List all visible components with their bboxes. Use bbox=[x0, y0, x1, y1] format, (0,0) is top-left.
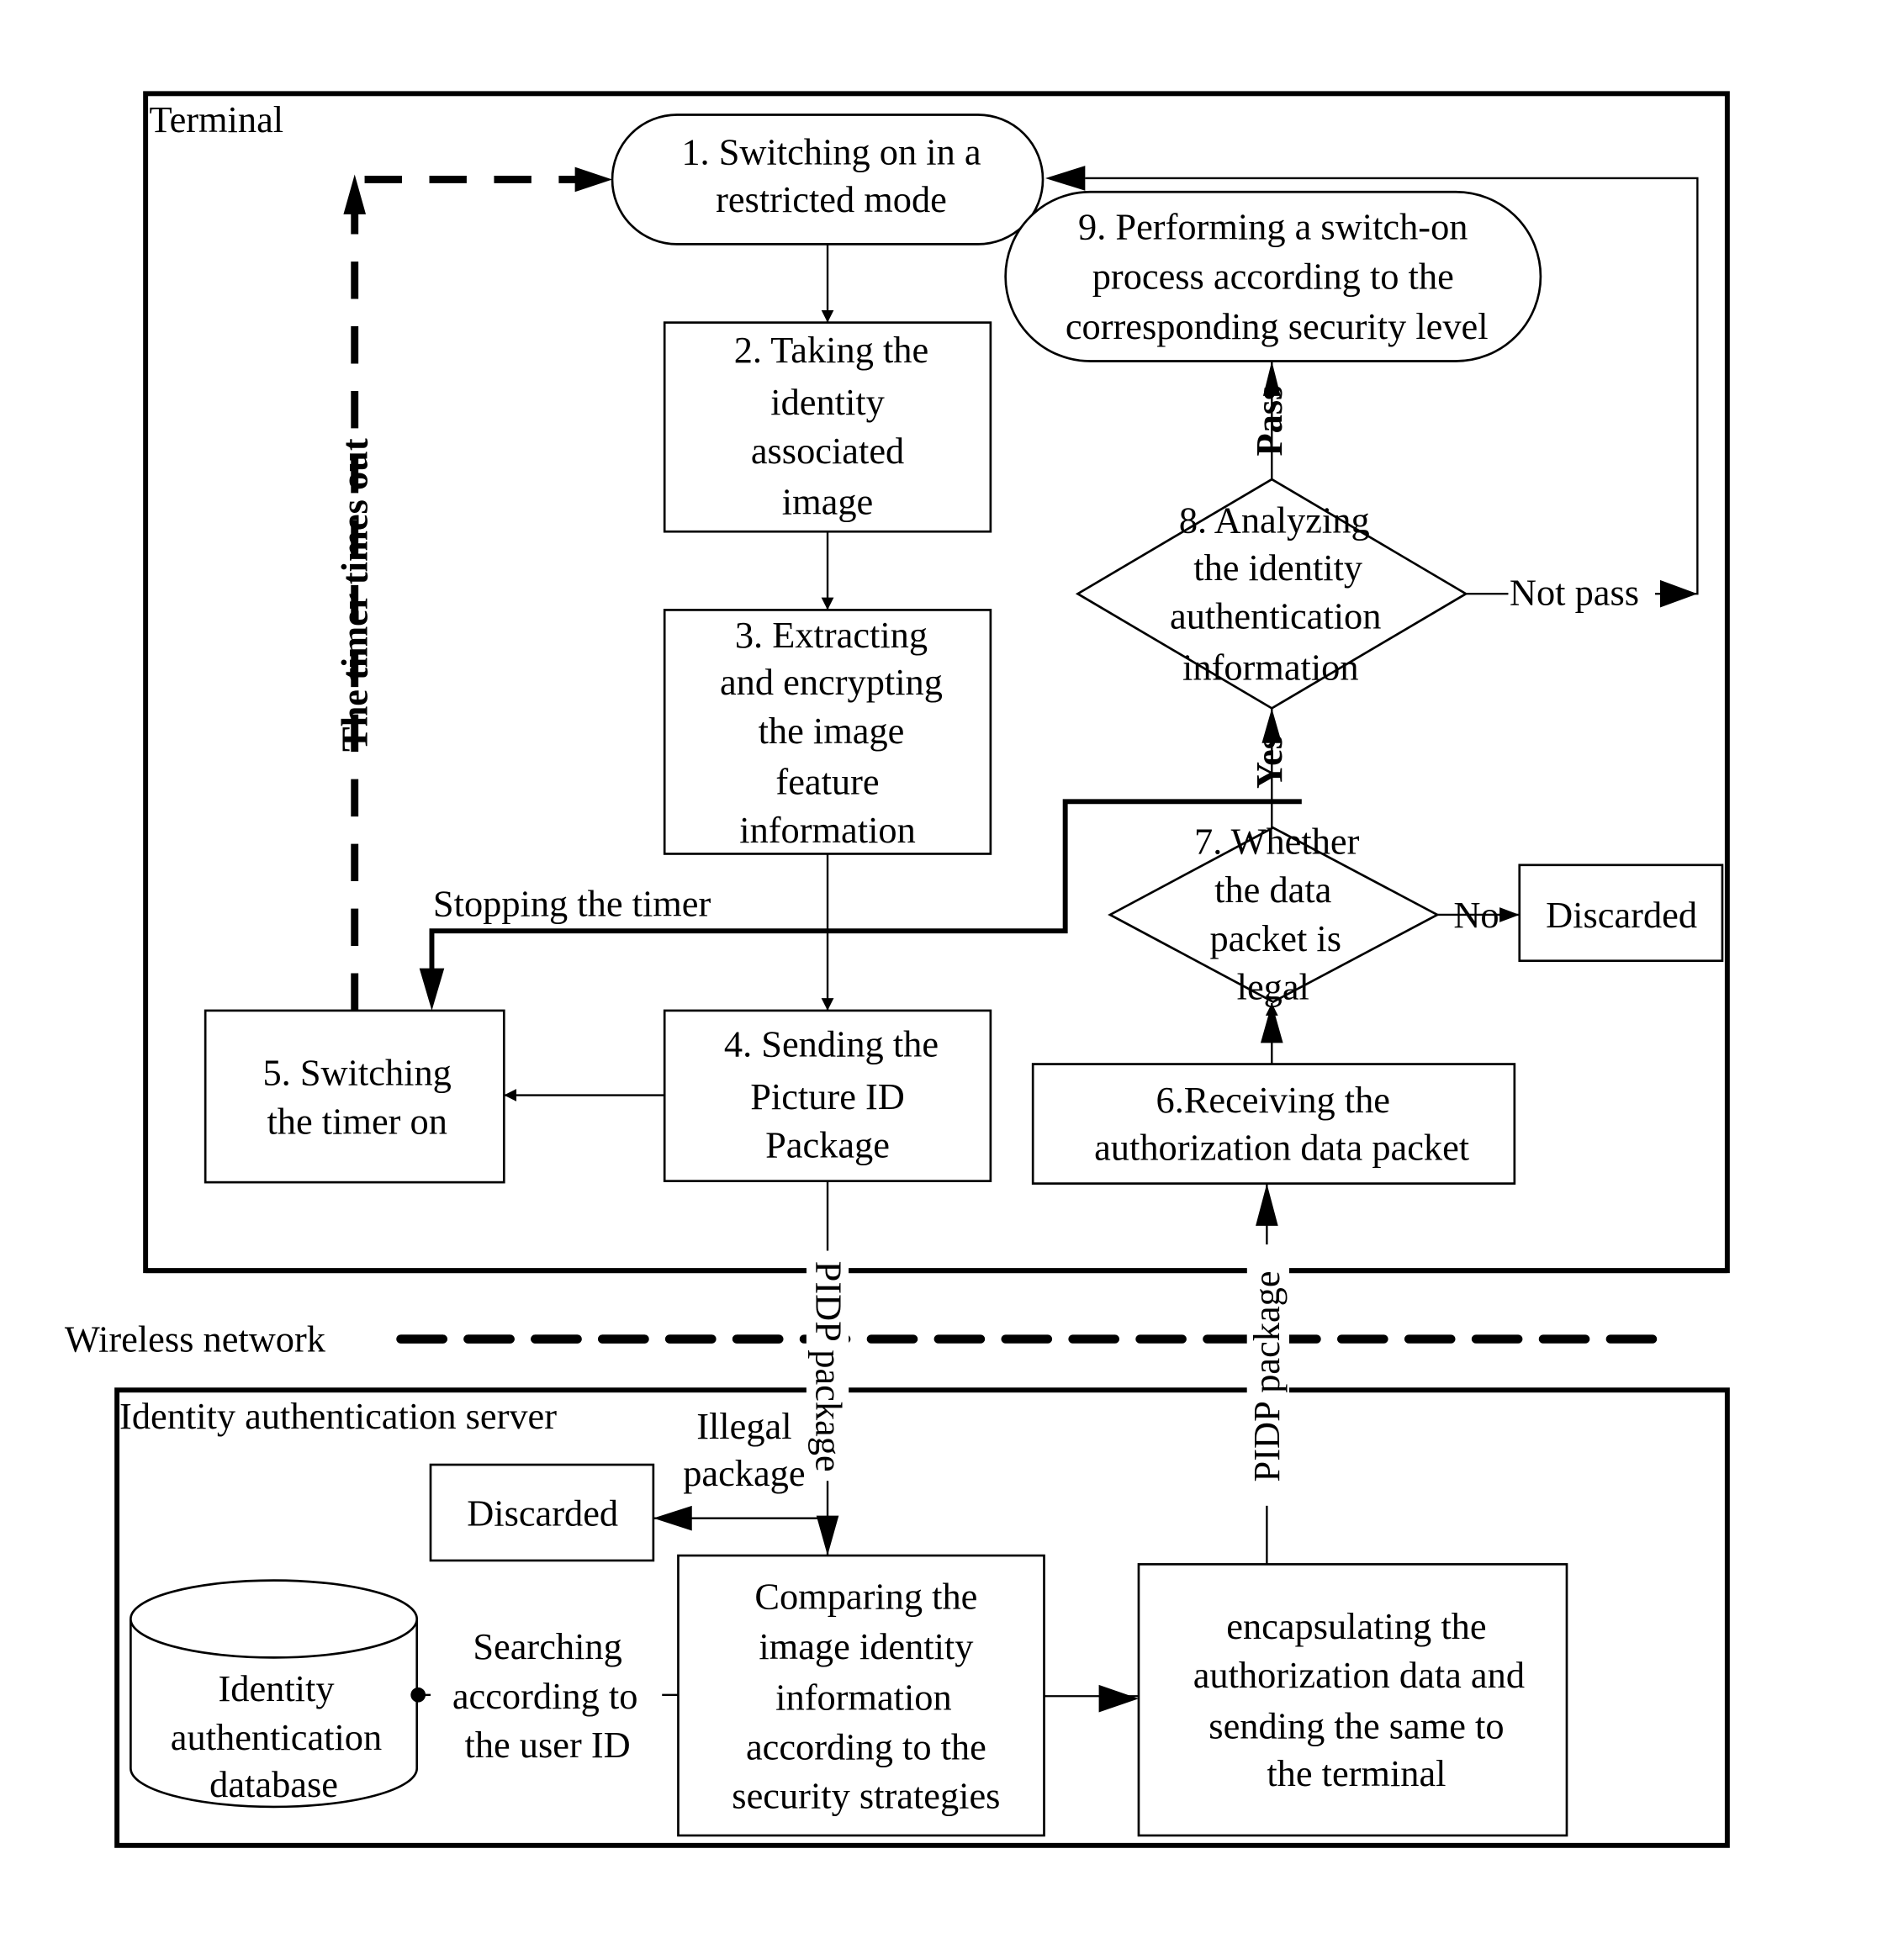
node-3-line-2: and encrypting bbox=[720, 661, 943, 703]
node-9-switch-on-security-level[interactable]: 9. Performing a switch-on process accord… bbox=[1004, 190, 1542, 362]
terminal-label: Terminal bbox=[150, 98, 284, 140]
node-7-line-1: 7. Whether bbox=[1194, 820, 1360, 862]
encapsulate-line-3: sending the same to bbox=[1209, 1705, 1504, 1747]
pidp-down-label: PIDP package bbox=[808, 1261, 850, 1472]
node-8-line-4: information bbox=[1182, 646, 1359, 688]
flowchart: Terminal Identity authentication server … bbox=[65, 91, 1730, 1848]
pidp-down-arrowhead bbox=[816, 1515, 839, 1556]
node-2-line-2: identity bbox=[770, 381, 885, 423]
node-7-line-3: packet is bbox=[1209, 917, 1341, 959]
wireless-label: Wireless network bbox=[65, 1318, 326, 1360]
node-3-extract-encrypt[interactable]: 3. Extracting and encrypting the image f… bbox=[663, 609, 992, 855]
node-compare-identity[interactable]: Comparing the image identity information… bbox=[677, 1554, 1045, 1837]
pidp-up-arrowhead bbox=[1256, 1183, 1278, 1226]
illegal-label-line-2: package bbox=[683, 1452, 805, 1494]
node-6-line-1: 6.Receiving the bbox=[1156, 1079, 1391, 1121]
node-4-line-3: Package bbox=[765, 1124, 890, 1166]
illegal-label-line-1: Illegal bbox=[696, 1405, 791, 1447]
timer-timeout-label: The timer times out bbox=[334, 438, 376, 752]
node-1-switch-on-restricted[interactable]: 1. Switching on in a restricted mode bbox=[611, 114, 1045, 246]
node-4-line-1: 4. Sending the bbox=[724, 1023, 939, 1065]
node-3-line-3: the image bbox=[759, 710, 905, 752]
node-8-line-1: 8. Analyzing bbox=[1179, 499, 1370, 541]
discarded-server-label: Discarded bbox=[467, 1492, 618, 1534]
encapsulate-line-4: the terminal bbox=[1267, 1752, 1446, 1794]
node-5-line-1: 5. Switching bbox=[263, 1052, 452, 1094]
node-5-line-2: the timer on bbox=[267, 1100, 447, 1142]
node-9-line-3: corresponding security level bbox=[1066, 305, 1489, 347]
encapsulate-line-2: authorization data and bbox=[1193, 1654, 1525, 1696]
node-7-line-4: legal bbox=[1237, 966, 1309, 1008]
node-encapsulate-authorization[interactable]: encapsulating the authorization data and… bbox=[1137, 1563, 1568, 1837]
node-4-send-picture-id[interactable]: 4. Sending the Picture ID Package bbox=[663, 1009, 992, 1182]
node-3-line-5: information bbox=[739, 809, 916, 851]
node-6-receive-authorization[interactable]: 6.Receiving the authorization data packe… bbox=[1031, 1063, 1516, 1185]
node-2-take-image[interactable]: 2. Taking the identity associated image bbox=[663, 321, 992, 533]
node-8-analyze-identity-decision[interactable]: 8. Analyzing the identity authentication… bbox=[1075, 478, 1468, 710]
yes-label: Yes bbox=[1248, 735, 1290, 789]
database-connector-dot bbox=[410, 1687, 426, 1703]
server-label: Identity authentication server bbox=[119, 1395, 557, 1437]
no-label: No bbox=[1453, 894, 1499, 936]
node-discarded-server[interactable]: Discarded bbox=[429, 1463, 655, 1562]
compare-line-2: image identity bbox=[759, 1625, 974, 1667]
stop-timer-arrowhead bbox=[419, 968, 445, 1011]
node-7-line-2: the data bbox=[1214, 869, 1332, 911]
compare-line-5: security strategies bbox=[732, 1774, 1000, 1816]
node-6-line-2: authorization data packet bbox=[1094, 1126, 1470, 1168]
not-pass-label: Not pass bbox=[1510, 572, 1639, 614]
compare-line-3: information bbox=[775, 1677, 952, 1719]
node-identity-database[interactable]: Identity authentication database bbox=[130, 1579, 419, 1809]
pass-label: Pass bbox=[1248, 386, 1290, 457]
node-3-line-4: feature bbox=[775, 760, 879, 802]
node-discarded-terminal[interactable]: Discarded bbox=[1518, 864, 1724, 963]
node-2-line-3: associated bbox=[751, 430, 904, 472]
node-9-line-1: 9. Performing a switch-on bbox=[1078, 205, 1468, 247]
database-line-3: database bbox=[209, 1763, 338, 1805]
not-pass-arrowhead-right bbox=[1659, 579, 1698, 608]
database-line-2: authentication bbox=[171, 1716, 382, 1758]
node-2-line-4: image bbox=[782, 480, 873, 522]
timeout-arrowhead-right bbox=[574, 166, 613, 193]
node-4-line-2: Picture ID bbox=[750, 1075, 905, 1117]
timeout-arrowhead-up bbox=[343, 174, 367, 214]
node-7-packet-legal-decision[interactable]: 7. Whether the data packet is legal bbox=[1108, 820, 1440, 1008]
compare-line-4: according to the bbox=[746, 1726, 986, 1768]
not-pass-arrowhead-left bbox=[1045, 166, 1086, 191]
discarded-terminal-label: Discarded bbox=[1546, 894, 1697, 936]
node-1-line-2: restricted mode bbox=[716, 178, 947, 220]
node-5-switch-timer-on[interactable]: 5. Switching the timer on bbox=[204, 1009, 505, 1184]
edge-6-7-arrowhead bbox=[1260, 1003, 1283, 1043]
compare-line-1: Comparing the bbox=[754, 1576, 977, 1618]
searching-label-line-1: Searching bbox=[473, 1625, 621, 1667]
node-2-line-1: 2. Taking the bbox=[734, 329, 928, 371]
node-1-line-1: 1. Switching on in a bbox=[681, 131, 981, 173]
database-line-1: Identity bbox=[218, 1667, 335, 1709]
searching-label-line-2: according to bbox=[452, 1675, 638, 1717]
node-8-line-3: authentication bbox=[1170, 595, 1381, 637]
edge-no-arrowhead bbox=[1499, 907, 1520, 922]
node-8-line-2: the identity bbox=[1193, 547, 1363, 589]
compare-encapsulate-arrowhead bbox=[1098, 1684, 1139, 1713]
node-9-line-2: process according to the bbox=[1092, 256, 1454, 298]
node-3-line-1: 3. Extracting bbox=[735, 614, 928, 656]
pidp-up-label: PIDP package bbox=[1246, 1270, 1288, 1482]
searching-label-line-3: the user ID bbox=[465, 1724, 631, 1766]
stop-timer-label: Stopping the timer bbox=[433, 882, 711, 924]
illegal-arrowhead bbox=[653, 1505, 692, 1531]
encapsulate-line-1: encapsulating the bbox=[1226, 1605, 1486, 1647]
